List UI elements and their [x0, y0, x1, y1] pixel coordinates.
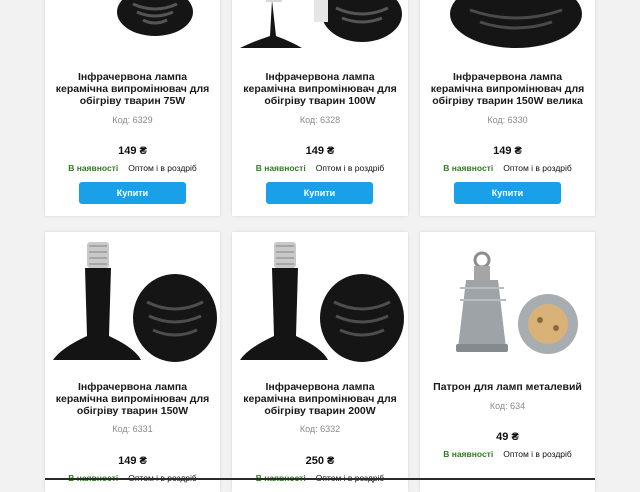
ceramic-lamp-image [450, 0, 582, 48]
status-row: В наявності Оптом і в роздріб [420, 449, 595, 459]
status-row: В наявності Оптом і в роздріб [45, 163, 220, 173]
product-card[interactable]: Інфрачервона лампа керамічна випромінюва… [232, 232, 408, 492]
product-title[interactable]: Інфрачервона лампа керамічна випромінюва… [240, 71, 400, 107]
status-row: В наявності Оптом і в роздріб [420, 163, 595, 173]
product-image[interactable] [420, 0, 595, 60]
product-price: 149 ₴ [305, 145, 335, 157]
product-title[interactable]: Інфрачервона лампа керамічна випромінюва… [240, 381, 400, 417]
product-title[interactable]: Інфрачервона лампа керамічна випромінюва… [53, 381, 212, 417]
product-code: Код: 6332 [299, 424, 341, 434]
stock-status: В наявності [443, 449, 494, 459]
product-price: 149 ₴ [118, 455, 147, 467]
product-code: Код: 6330 [487, 115, 528, 125]
stock-status: В наявності [443, 163, 494, 173]
product-grid: Інфрачервона лампа керамічна випромінюва… [0, 0, 640, 492]
product-card[interactable]: Інфрачервона лампа керамічна випромінюва… [420, 0, 595, 216]
product-price: 49 ₴ [496, 431, 519, 443]
sale-type: Оптом і в роздріб [128, 163, 197, 173]
product-card[interactable]: Інфрачервона лампа керамічна випромінюва… [45, 0, 220, 216]
product-code: Код: 634 [489, 401, 526, 411]
buy-button[interactable]: Купити [266, 182, 373, 204]
stock-status: В наявності [255, 163, 306, 173]
product-code: Код: 6328 [299, 115, 341, 125]
product-price: 149 ₴ [118, 145, 147, 157]
product-title[interactable]: Патрон для ламп металевий [428, 381, 587, 393]
product-image[interactable] [45, 0, 220, 60]
sale-type: Оптом і в роздріб [315, 163, 385, 173]
ceramic-lamp-image [53, 242, 217, 362]
product-image[interactable] [232, 0, 408, 60]
buy-button[interactable]: Купити [454, 182, 561, 204]
status-row: В наявності Оптом і в роздріб [232, 163, 408, 173]
product-card[interactable]: Патрон для ламп металевий Код: 634 49 ₴ … [420, 232, 595, 492]
product-code: Код: 6329 [112, 115, 153, 125]
sale-type: Оптом і в роздріб [503, 163, 572, 173]
product-code: Код: 6331 [112, 424, 153, 434]
product-image[interactable] [420, 232, 595, 367]
sale-type: Оптом і в роздріб [503, 449, 572, 459]
buy-button[interactable]: Купити [79, 182, 186, 204]
ceramic-lamp-image [240, 0, 402, 48]
stock-status: В наявності [68, 163, 119, 173]
ceramic-lamp-image [240, 242, 404, 362]
product-image[interactable] [232, 232, 408, 367]
product-card[interactable]: Інфрачервона лампа керамічна випромінюва… [232, 0, 408, 216]
product-title[interactable]: Інфрачервона лампа керамічна випромінюва… [428, 71, 587, 107]
product-price: 250 ₴ [305, 455, 335, 467]
product-image[interactable] [45, 232, 220, 367]
ceramic-lamp-image [117, 0, 193, 36]
product-card[interactable]: Інфрачервона лампа керамічна випромінюва… [45, 232, 220, 492]
product-title[interactable]: Інфрачервона лампа керамічна випромінюва… [53, 71, 212, 107]
metal-socket-image [456, 251, 578, 354]
product-price: 149 ₴ [493, 145, 522, 157]
